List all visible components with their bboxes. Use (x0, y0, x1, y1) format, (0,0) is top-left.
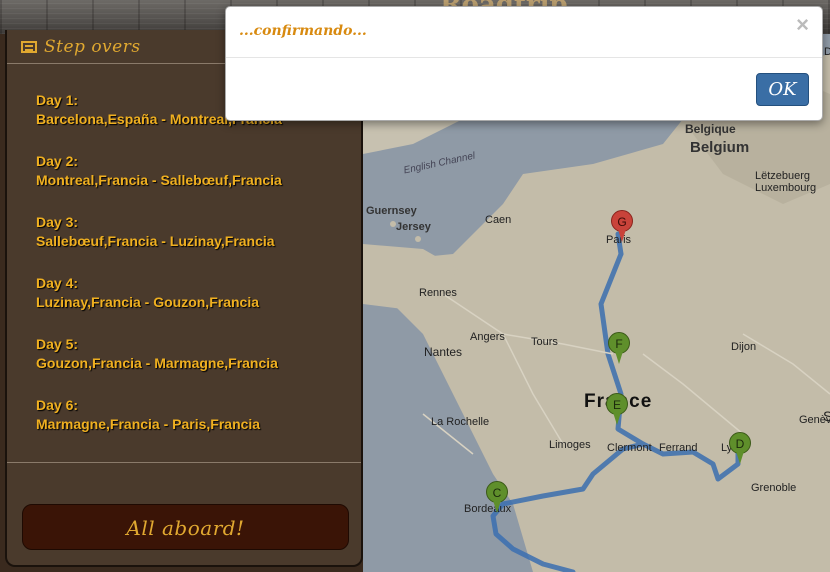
day-item: Day 4: Luzinay,Francia - Gouzon,Francia (36, 275, 356, 336)
map-label-luxembourg: Luxembourg (755, 182, 817, 194)
map-marker-f[interactable]: F (608, 332, 630, 366)
map-label-belgium: Belgium (690, 139, 750, 156)
map-marker-d[interactable]: D (729, 432, 751, 466)
day-label: Day 6: (36, 397, 79, 413)
map-label-edge-d: D (824, 46, 830, 58)
modal-title: ...confirmando... (239, 23, 367, 39)
day-route: Marmagne,Francia - Paris,Francia (36, 416, 261, 432)
all-aboard-button[interactable]: All aboard! (22, 504, 349, 550)
day-item: Day 2: Montreal,Francia - Sallebœuf,Fran… (36, 153, 356, 214)
map-label-nantes: Nantes (424, 345, 463, 359)
panel-title: Step overs (44, 36, 141, 57)
map-label-clermont: Clermont (607, 442, 652, 454)
map-label-edge-s: S (823, 408, 830, 424)
day-item: Day 5: Gouzon,Francia - Marmagne,Francia (36, 336, 356, 397)
map-label-belgique: Belgique (685, 122, 736, 136)
day-item: Day 6: Marmagne,Francia - Paris,Francia (36, 397, 356, 458)
day-route: Sallebœuf,Francia - Luzinay,Francia (36, 233, 275, 249)
map-label-guernsey: Guernsey (366, 205, 417, 217)
ok-button[interactable]: OK (756, 73, 809, 106)
map-marker-g[interactable]: G (611, 210, 633, 244)
map-label-limoges: Limoges (549, 439, 591, 451)
day-route: Luzinay,Francia - Gouzon,Francia (36, 294, 259, 310)
map-label-letzebuerg: Lëtzebuerg (755, 170, 811, 182)
map-label-dijon: Dijon (731, 341, 757, 353)
day-list: Day 1: Barcelona,España - Montreal,Franc… (36, 92, 356, 458)
map-marker-e[interactable]: E (606, 393, 628, 427)
map-marker-c[interactable]: C (486, 481, 508, 515)
map-label-tours: Tours (531, 336, 558, 348)
map-label-jersey: Jersey (396, 221, 431, 233)
map-label-grenoble: Grenoble (751, 482, 797, 494)
map-label-la-rochelle: La Rochelle (431, 416, 490, 428)
panel-divider (7, 462, 361, 463)
map-label-caen: Caen (485, 214, 512, 226)
day-item: Day 3: Sallebœuf,Francia - Luzinay,Franc… (36, 214, 356, 275)
map-label-rennes: Rennes (419, 287, 457, 299)
confirm-modal: ...confirmando... × OK (225, 6, 823, 121)
modal-header: ...confirmando... × (226, 7, 822, 58)
day-route: Gouzon,Francia - Marmagne,Francia (36, 355, 278, 371)
day-label: Day 5: (36, 336, 79, 352)
day-route: Montreal,Francia - Sallebœuf,Francia (36, 172, 282, 188)
map-label-angers: Angers (470, 331, 505, 343)
list-icon (21, 40, 37, 53)
map-label-ferrand: Ferrand (659, 442, 698, 454)
day-label: Day 3: (36, 214, 79, 230)
close-icon[interactable]: × (796, 12, 809, 38)
day-label: Day 2: (36, 153, 79, 169)
day-label: Day 4: (36, 275, 79, 291)
